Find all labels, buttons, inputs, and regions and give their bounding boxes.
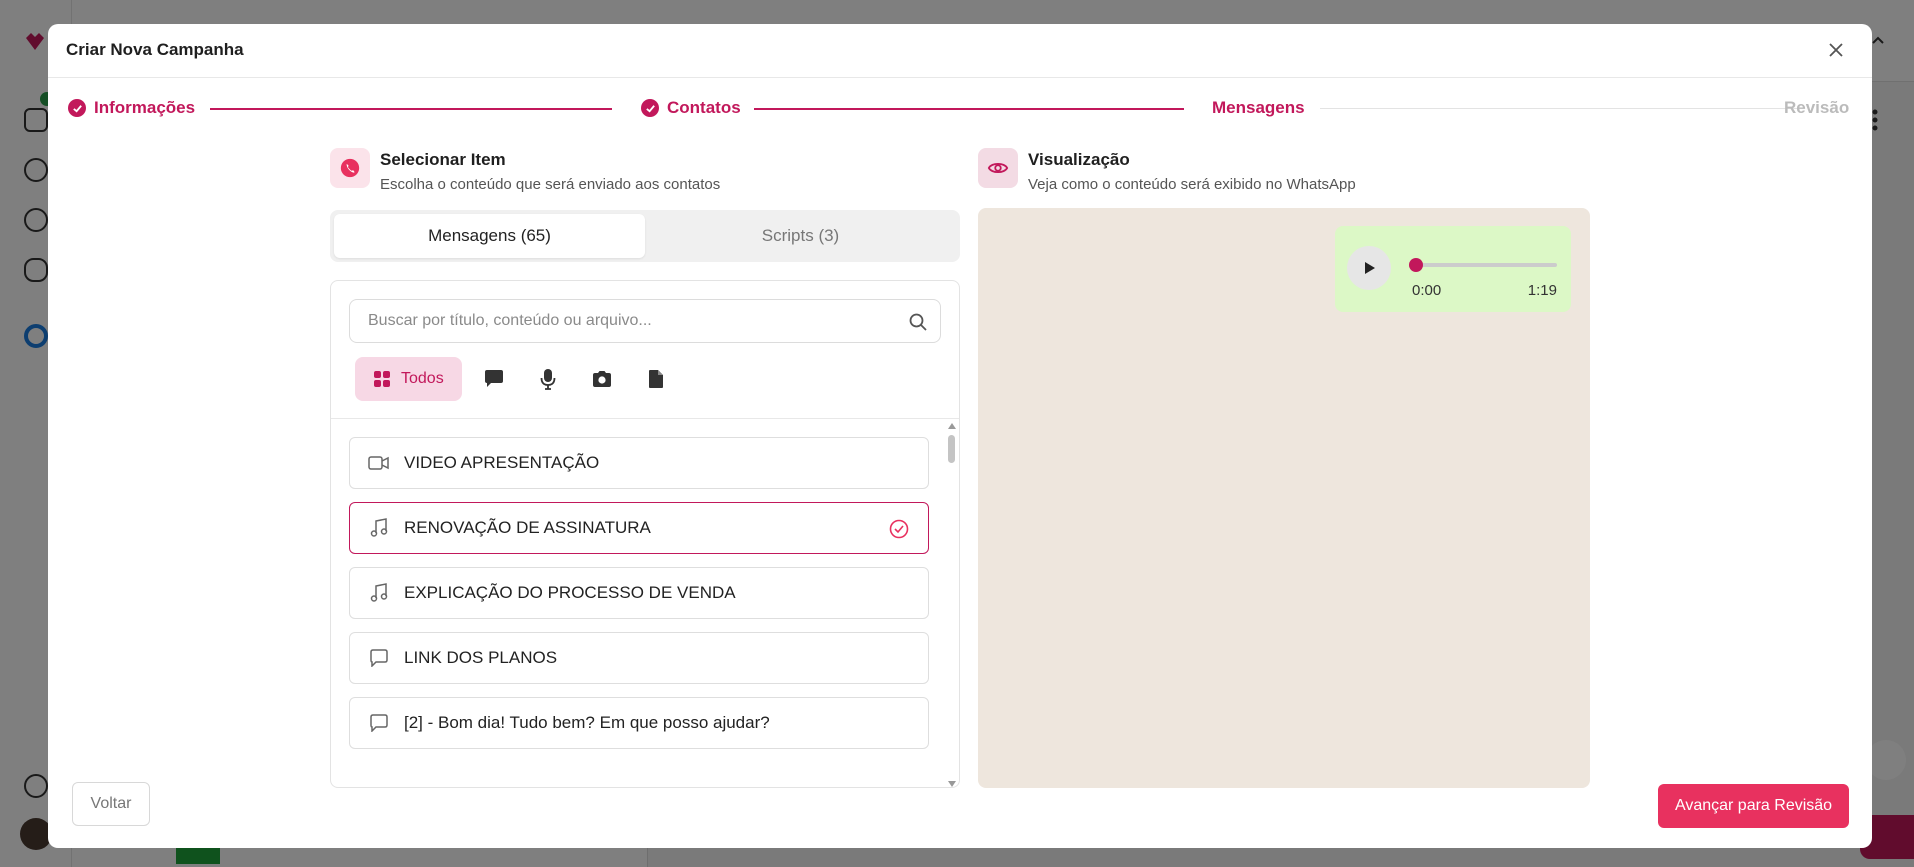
chat-bubble-icon bbox=[484, 370, 503, 387]
microphone-icon bbox=[540, 369, 556, 390]
step-connector bbox=[1320, 108, 1798, 109]
type-filters: Todos bbox=[355, 357, 678, 401]
filter-all-button[interactable]: Todos bbox=[355, 357, 462, 401]
search-icon[interactable] bbox=[908, 312, 928, 332]
filter-audio-button[interactable] bbox=[526, 357, 570, 401]
search-box bbox=[349, 299, 941, 343]
audio-progress-track[interactable] bbox=[1415, 263, 1557, 267]
preview-subtitle: Veja como o conteúdo será exibido no Wha… bbox=[1028, 176, 1356, 193]
check-icon bbox=[641, 99, 659, 117]
select-item-title: Selecionar Item bbox=[380, 150, 506, 169]
step-mensagens[interactable]: Mensagens bbox=[1212, 98, 1305, 118]
tab-scripts[interactable]: Scripts (3) bbox=[645, 214, 956, 258]
preview-header: Visualização Veja como o conteúdo será e… bbox=[978, 148, 1356, 193]
next-button-highlight: Avançar para Revisão bbox=[1648, 774, 1859, 836]
step-label: Mensagens bbox=[1212, 98, 1305, 117]
audio-message-bubble: 0:00 1:19 bbox=[1335, 226, 1571, 312]
filter-image-button[interactable] bbox=[580, 357, 624, 401]
step-label: Contatos bbox=[667, 98, 741, 117]
message-list-panel: Todos VIDEO APRESENTAÇÃO RENO bbox=[330, 280, 960, 788]
message-list: VIDEO APRESENTAÇÃO RENOVAÇÃO DE ASSINATU… bbox=[349, 437, 929, 762]
modal-header: Criar Nova Campanha bbox=[48, 24, 1872, 78]
list-item-label: LINK DOS PLANOS bbox=[404, 648, 558, 667]
back-button[interactable]: Voltar bbox=[72, 782, 150, 826]
step-connector bbox=[754, 108, 1184, 110]
campaign-stepper: Informações Contatos Mensagens Revisão bbox=[48, 78, 1872, 138]
scroll-up-arrow[interactable] bbox=[948, 423, 956, 429]
step-label: Revisão bbox=[1784, 98, 1850, 117]
music-note-icon bbox=[368, 517, 390, 539]
filter-document-button[interactable] bbox=[634, 357, 678, 401]
scroll-down-arrow[interactable] bbox=[948, 781, 956, 787]
list-scrollbar[interactable] bbox=[947, 421, 957, 787]
document-icon bbox=[648, 370, 663, 388]
filter-text-button[interactable] bbox=[472, 357, 516, 401]
grid-icon bbox=[374, 371, 390, 387]
play-button[interactable] bbox=[1347, 246, 1391, 290]
chat-bubble-icon bbox=[368, 712, 390, 734]
search-input[interactable] bbox=[350, 300, 940, 342]
selected-check-icon bbox=[889, 519, 909, 539]
music-note-icon bbox=[368, 582, 390, 604]
advance-to-review-button[interactable]: Avançar para Revisão bbox=[1658, 784, 1849, 828]
scroll-thumb[interactable] bbox=[948, 435, 955, 463]
audio-duration: 1:19 bbox=[1527, 282, 1557, 299]
list-item-label: RENOVAÇÃO DE ASSINATURA bbox=[404, 518, 651, 537]
modal-title: Criar Nova Campanha bbox=[66, 40, 244, 59]
close-icon[interactable] bbox=[1826, 40, 1846, 60]
step-revisao[interactable]: Revisão bbox=[1784, 98, 1849, 118]
list-item-label: EXPLICAÇÃO DO PROCESSO DE VENDA bbox=[404, 583, 736, 602]
camera-icon bbox=[592, 371, 611, 387]
list-item[interactable]: LINK DOS PLANOS bbox=[349, 632, 929, 684]
list-item[interactable]: VIDEO APRESENTAÇÃO bbox=[349, 437, 929, 489]
list-item[interactable]: RENOVAÇÃO DE ASSINATURA bbox=[349, 502, 929, 554]
list-divider bbox=[331, 418, 959, 419]
chat-bubble-icon bbox=[368, 647, 390, 669]
whatsapp-icon bbox=[330, 148, 370, 188]
audio-current-time: 0:00 bbox=[1412, 282, 1442, 299]
preview-title: Visualização bbox=[1028, 150, 1130, 169]
step-informacoes[interactable]: Informações bbox=[68, 98, 195, 118]
audio-progress-knob[interactable] bbox=[1409, 258, 1423, 272]
create-campaign-modal: Criar Nova Campanha Informações Contatos… bbox=[48, 24, 1872, 848]
select-item-subtitle: Escolha o conteúdo que será enviado aos … bbox=[380, 176, 721, 193]
tab-mensagens[interactable]: Mensagens (65) bbox=[334, 214, 645, 258]
list-item[interactable]: EXPLICAÇÃO DO PROCESSO DE VENDA bbox=[349, 567, 929, 619]
step-contatos[interactable]: Contatos bbox=[641, 98, 741, 118]
filter-all-label: Todos bbox=[401, 370, 444, 387]
content-tabs: Mensagens (65) Scripts (3) bbox=[330, 210, 960, 262]
play-icon bbox=[1365, 262, 1375, 274]
whatsapp-preview: 0:00 1:19 bbox=[978, 208, 1590, 788]
video-icon bbox=[368, 452, 390, 474]
eye-icon bbox=[978, 148, 1018, 188]
list-item[interactable]: [2] - Bom dia! Tudo bem? Em que posso aj… bbox=[349, 697, 929, 749]
select-item-header: Selecionar Item Escolha o conteúdo que s… bbox=[330, 148, 720, 193]
check-icon bbox=[68, 99, 86, 117]
step-connector bbox=[210, 108, 612, 110]
list-item-label: [2] - Bom dia! Tudo bem? Em que posso aj… bbox=[404, 713, 770, 732]
step-label: Informações bbox=[94, 98, 196, 117]
list-item-label: VIDEO APRESENTAÇÃO bbox=[404, 453, 600, 472]
